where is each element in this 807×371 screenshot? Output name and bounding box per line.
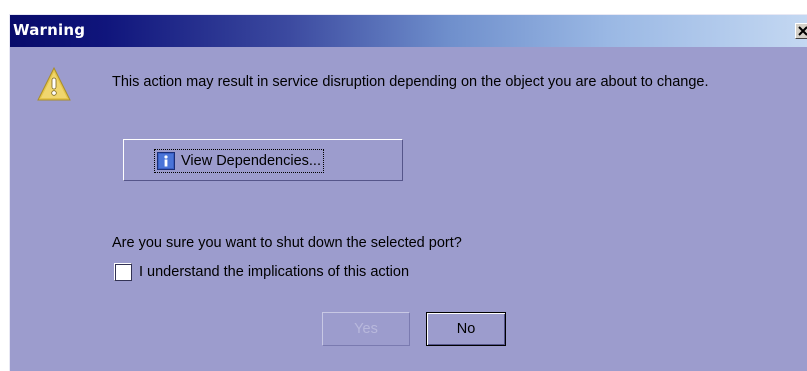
warning-icon (37, 67, 71, 101)
warning-dialog: Warning This action may result in servic… (9, 14, 807, 371)
view-dependencies-label: View Dependencies... (181, 153, 321, 169)
confirm-checkbox[interactable] (114, 263, 132, 281)
close-button[interactable] (795, 23, 807, 39)
info-icon (157, 152, 175, 170)
view-dependencies-button[interactable]: View Dependencies... (123, 139, 403, 181)
confirmation-question: Are you sure you want to shut down the s… (112, 235, 462, 251)
no-button[interactable]: No (426, 312, 506, 346)
dialog-title: Warning (13, 21, 86, 39)
close-icon (798, 26, 807, 36)
confirm-checkbox-label[interactable]: I understand the implications of this ac… (139, 264, 409, 280)
yes-button[interactable]: Yes (322, 312, 410, 346)
focus-outline: View Dependencies... (154, 149, 324, 173)
title-bar[interactable]: Warning (10, 15, 807, 47)
warning-message: This action may result in service disrup… (112, 74, 709, 90)
